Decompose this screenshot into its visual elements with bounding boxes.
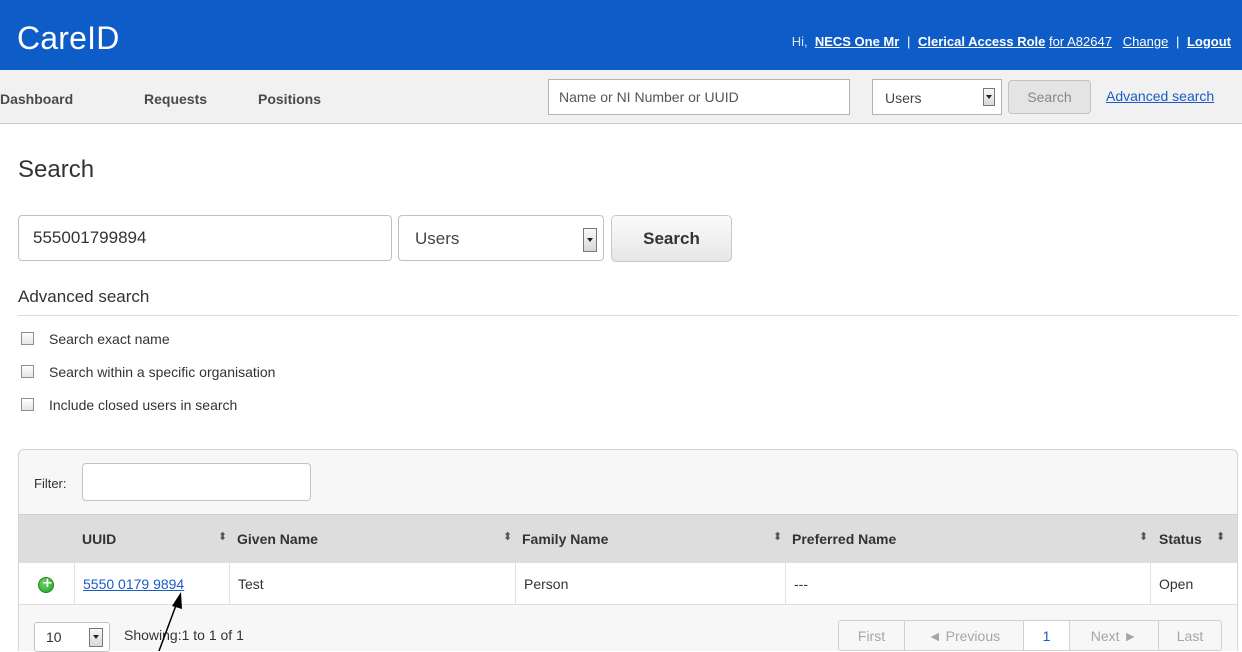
annotation-arrow (158, 592, 182, 651)
